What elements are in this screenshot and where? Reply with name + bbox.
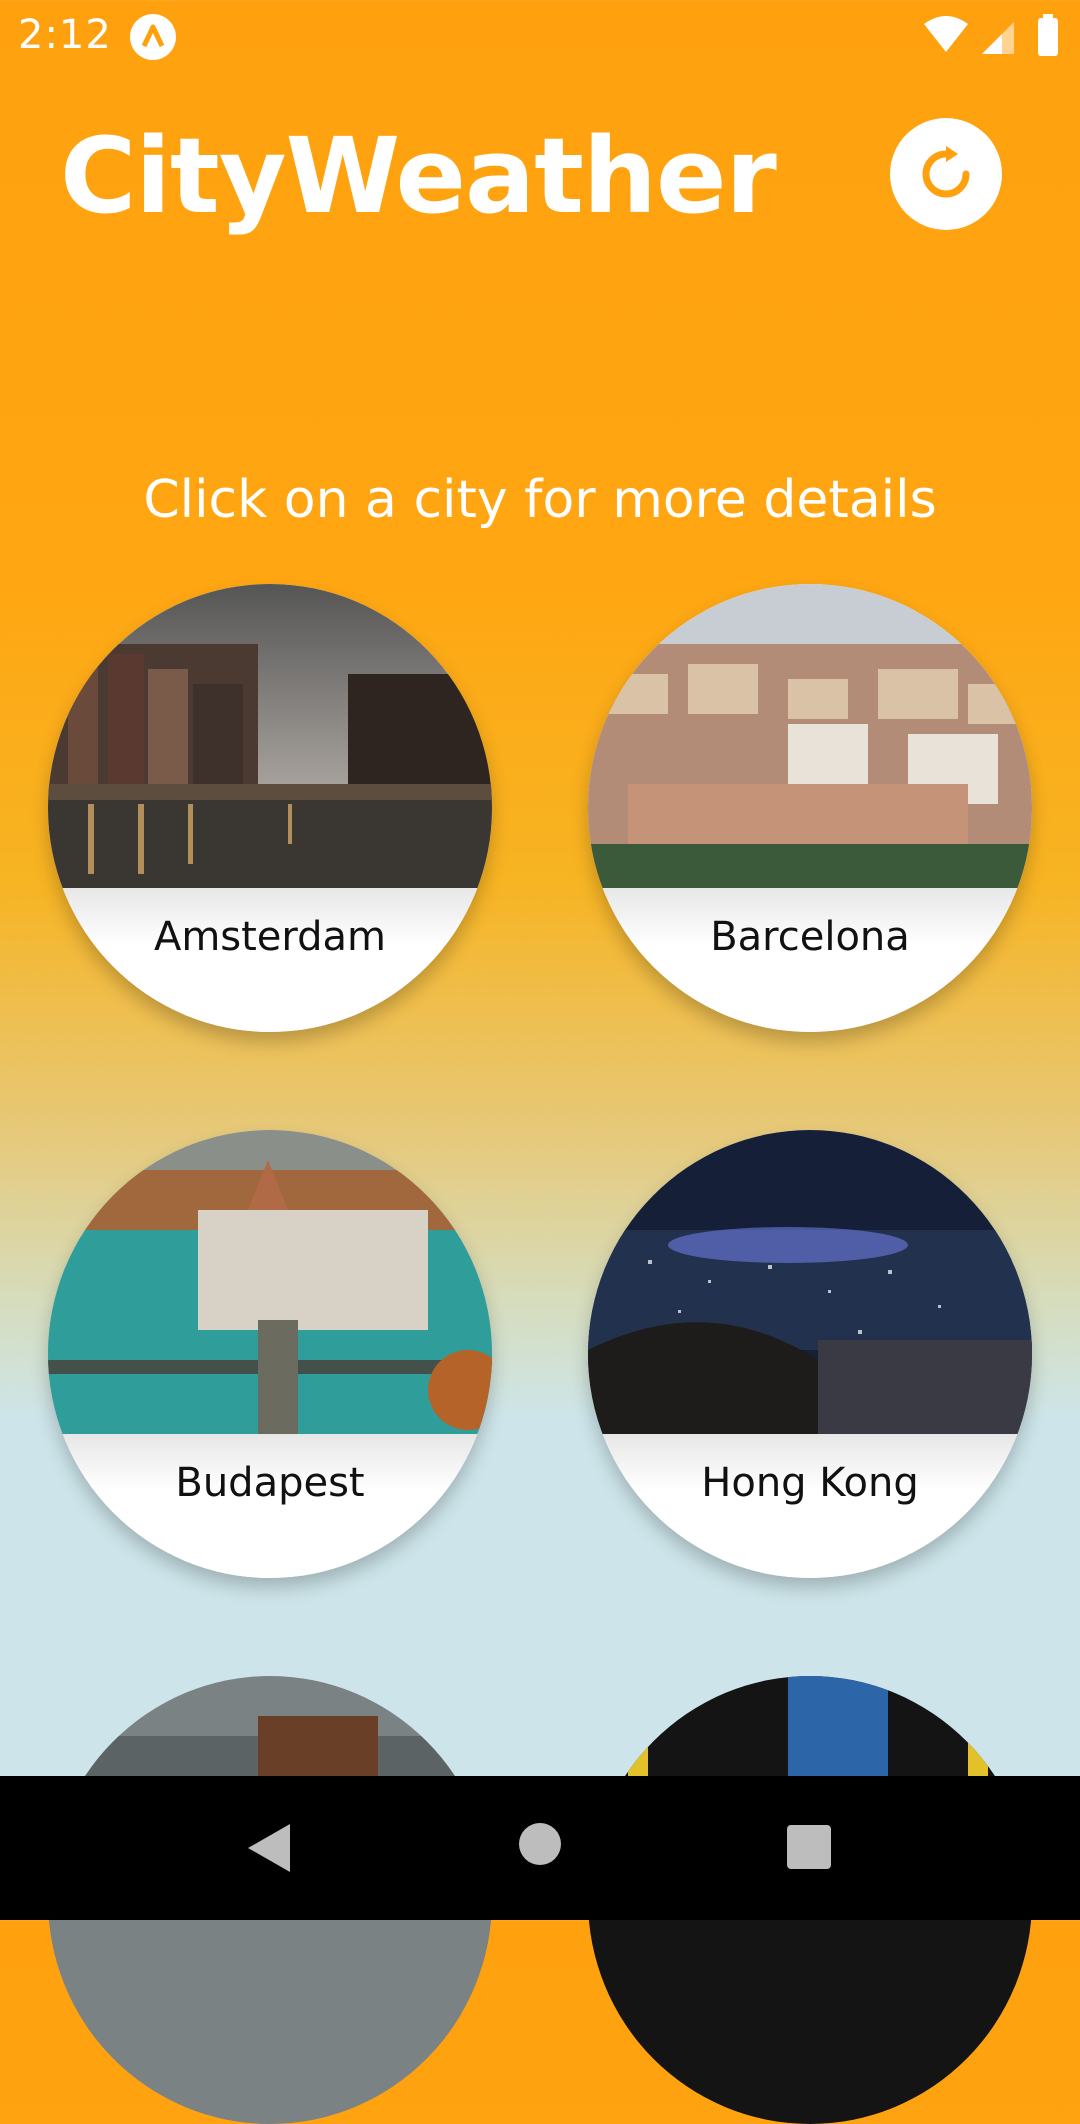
refresh-button[interactable] <box>890 118 1002 230</box>
app-notification-icon <box>130 14 176 60</box>
home-icon[interactable] <box>518 1822 562 1866</box>
system-nav-bar <box>0 1776 1080 1920</box>
status-time: 2:12 <box>18 12 112 58</box>
city-card-amsterdam[interactable]: Amsterdam <box>48 584 492 1032</box>
city-photo-hong-kong <box>588 1130 1032 1434</box>
status-icons <box>922 14 1062 58</box>
instruction-text: Click on a city for more details <box>143 470 937 530</box>
city-name: Hong Kong <box>701 1460 919 1506</box>
city-name: Amsterdam <box>153 914 387 960</box>
wifi-icon <box>924 16 968 52</box>
city-card-hong-kong[interactable]: Hong Kong <box>588 1130 1032 1578</box>
city-name: Budapest <box>175 1460 365 1506</box>
status-bar: 2:12 <box>0 0 1080 72</box>
recents-icon[interactable] <box>786 1824 832 1870</box>
city-name: Barcelona <box>710 914 910 960</box>
city-card-barcelona[interactable]: Barcelona <box>588 584 1032 1032</box>
battery-icon <box>1038 18 1058 56</box>
refresh-icon <box>922 146 970 198</box>
city-photo-amsterdam <box>48 584 492 888</box>
city-card-budapest[interactable]: Budapest <box>48 1130 492 1578</box>
app-title: CityWeather <box>60 115 777 237</box>
city-photo-barcelona <box>588 584 1032 888</box>
city-photo-budapest <box>48 1130 492 1434</box>
back-icon[interactable] <box>244 1820 294 1876</box>
